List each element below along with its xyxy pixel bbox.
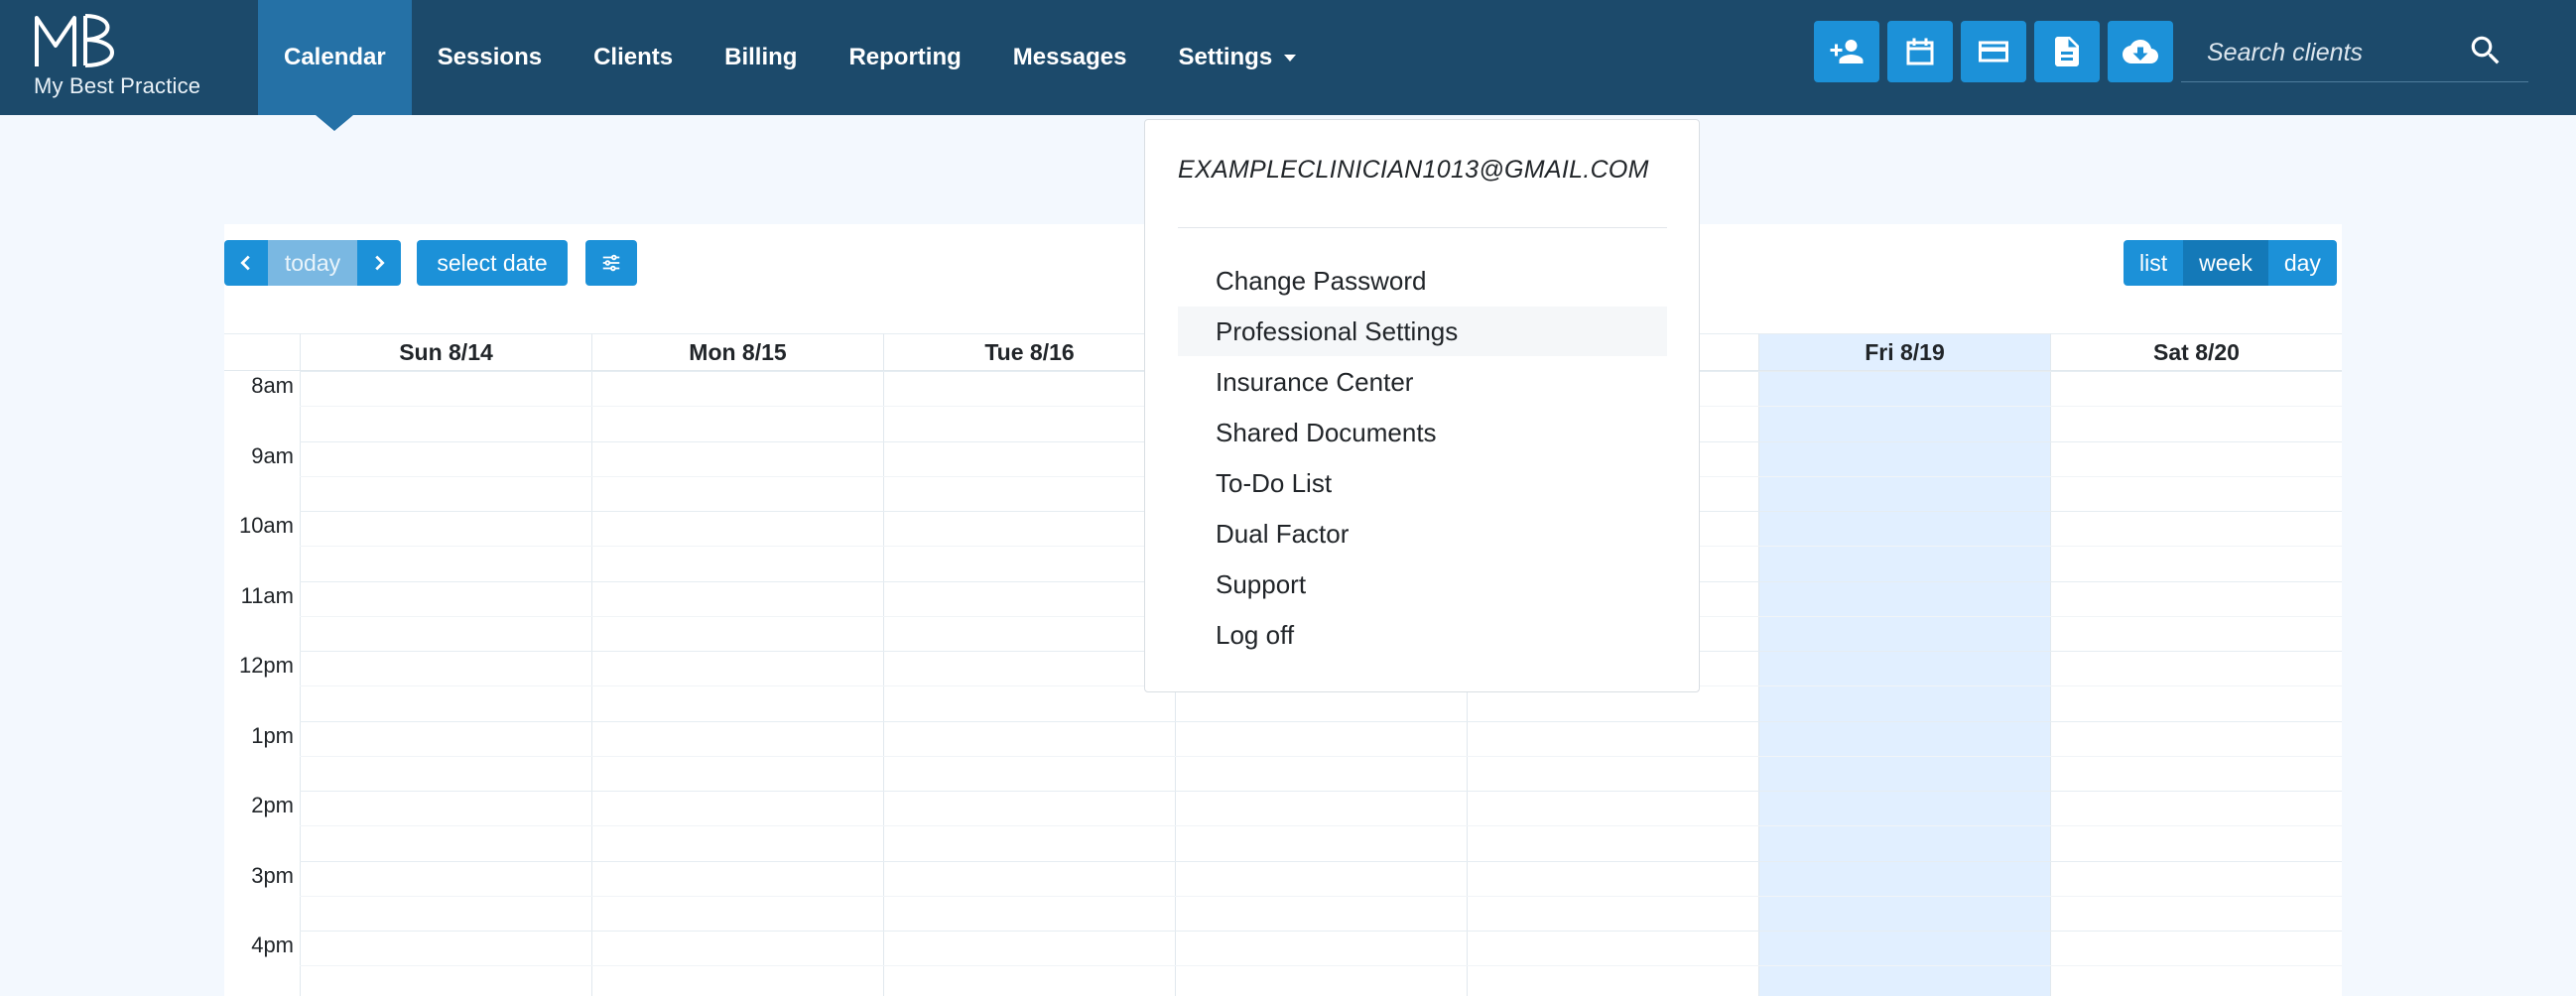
brand-name: My Best Practice bbox=[34, 73, 201, 98]
day-header[interactable]: Sat 8/20 bbox=[2050, 333, 2342, 371]
search-icon[interactable] bbox=[2467, 32, 2505, 69]
mb-logo-icon bbox=[35, 14, 114, 67]
hour-line bbox=[300, 720, 2342, 722]
time-label: 2pm bbox=[251, 793, 294, 817]
view-list-button[interactable]: list bbox=[2124, 240, 2184, 286]
main-nav: Calendar Sessions Clients Billing Report… bbox=[258, 0, 1323, 131]
credit-card-icon bbox=[1979, 41, 2008, 62]
nav-billing[interactable]: Billing bbox=[699, 0, 823, 115]
half-hour-line bbox=[300, 965, 2342, 967]
time-label: 4pm bbox=[251, 933, 294, 957]
menu-support[interactable]: Support bbox=[1178, 560, 1667, 609]
nav-clients[interactable]: Clients bbox=[568, 0, 699, 115]
filter-button[interactable] bbox=[585, 240, 637, 286]
date-navigation: today bbox=[224, 240, 401, 286]
caret-down-icon bbox=[1284, 54, 1297, 62]
document-icon bbox=[2055, 37, 2079, 66]
nav-label: Calendar bbox=[284, 44, 386, 70]
chevron-left-icon bbox=[240, 255, 250, 271]
nav-label: Sessions bbox=[437, 44, 543, 70]
brand-logo[interactable]: My Best Practice bbox=[34, 12, 212, 103]
view-switcher: list week day bbox=[2124, 240, 2337, 286]
day-header[interactable]: Mon 8/15 bbox=[591, 333, 883, 371]
cloud-download-button[interactable] bbox=[2108, 21, 2173, 82]
search-input[interactable] bbox=[2205, 32, 2477, 73]
hour-line bbox=[300, 860, 2342, 862]
time-axis-header bbox=[224, 333, 300, 371]
nav-label: Messages bbox=[1012, 44, 1127, 70]
nav-calendar[interactable]: Calendar bbox=[258, 0, 412, 131]
nav-label: Clients bbox=[593, 44, 674, 70]
day-header[interactable]: Fri 8/19 bbox=[1758, 333, 2050, 371]
nav-label: Billing bbox=[724, 44, 798, 70]
quick-action-toolbar bbox=[1814, 21, 2173, 82]
nav-reporting[interactable]: Reporting bbox=[823, 0, 986, 115]
chevron-right-icon bbox=[375, 255, 385, 271]
nav-label: Reporting bbox=[848, 44, 962, 70]
view-week-button[interactable]: week bbox=[2183, 240, 2268, 286]
day-column[interactable] bbox=[591, 371, 884, 996]
settings-dropdown: EXAMPLECLINICIAN1013@GMAIL.COM Change Pa… bbox=[1144, 119, 1700, 692]
menu-divider bbox=[1178, 227, 1667, 228]
nav-messages[interactable]: Messages bbox=[987, 0, 1153, 115]
time-label: 11am bbox=[240, 582, 294, 608]
nav-settings[interactable]: Settings bbox=[1153, 0, 1323, 115]
add-client-icon bbox=[1830, 40, 1864, 63]
sliders-icon bbox=[602, 254, 620, 272]
payment-button[interactable] bbox=[1961, 21, 2026, 82]
menu-shared-documents[interactable]: Shared Documents bbox=[1178, 408, 1667, 457]
active-indicator bbox=[316, 115, 354, 131]
time-label: 10am bbox=[238, 513, 294, 538]
day-header[interactable]: Sun 8/14 bbox=[300, 333, 591, 371]
add-client-button[interactable] bbox=[1814, 21, 1879, 82]
half-hour-line bbox=[300, 755, 2342, 757]
menu-change-password[interactable]: Change Password bbox=[1178, 256, 1667, 306]
next-week-button[interactable] bbox=[357, 240, 401, 286]
menu-dual-factor[interactable]: Dual Factor bbox=[1178, 509, 1667, 559]
document-button[interactable] bbox=[2034, 21, 2100, 82]
view-day-button[interactable]: day bbox=[2267, 240, 2337, 286]
select-date-button[interactable]: select date bbox=[417, 240, 568, 286]
today-column[interactable] bbox=[1758, 371, 2051, 996]
day-column[interactable] bbox=[2050, 371, 2343, 996]
client-search bbox=[2181, 22, 2528, 82]
today-button[interactable]: today bbox=[268, 240, 357, 286]
time-label: 1pm bbox=[251, 722, 294, 748]
top-navbar: My Best Practice Calendar Sessions Clien… bbox=[0, 0, 2576, 131]
account-email: EXAMPLECLINICIAN1013@GMAIL.COM bbox=[1178, 156, 1649, 184]
calendar-icon bbox=[1906, 38, 1934, 65]
nav-label: Settings bbox=[1178, 44, 1273, 70]
menu-todo-list[interactable]: To-Do List bbox=[1178, 458, 1667, 508]
time-label: 3pm bbox=[251, 862, 294, 888]
day-header[interactable]: Tue 8/16 bbox=[883, 333, 1175, 371]
menu-log-off[interactable]: Log off bbox=[1178, 610, 1667, 660]
menu-professional-settings[interactable]: Professional Settings bbox=[1178, 307, 1667, 356]
cloud-download-icon bbox=[2123, 40, 2158, 63]
hour-line bbox=[300, 791, 2342, 792]
calendar-button[interactable] bbox=[1887, 21, 1953, 82]
time-label: 8am bbox=[251, 373, 294, 398]
time-label: 12pm bbox=[238, 653, 294, 678]
prev-week-button[interactable] bbox=[224, 240, 268, 286]
day-column[interactable] bbox=[883, 371, 1176, 996]
menu-insurance-center[interactable]: Insurance Center bbox=[1178, 357, 1667, 407]
day-column[interactable] bbox=[300, 371, 592, 996]
half-hour-line bbox=[300, 825, 2342, 827]
hour-line bbox=[300, 931, 2342, 932]
nav-sessions[interactable]: Sessions bbox=[412, 0, 568, 115]
time-label: 9am bbox=[251, 442, 294, 468]
half-hour-line bbox=[300, 895, 2342, 897]
